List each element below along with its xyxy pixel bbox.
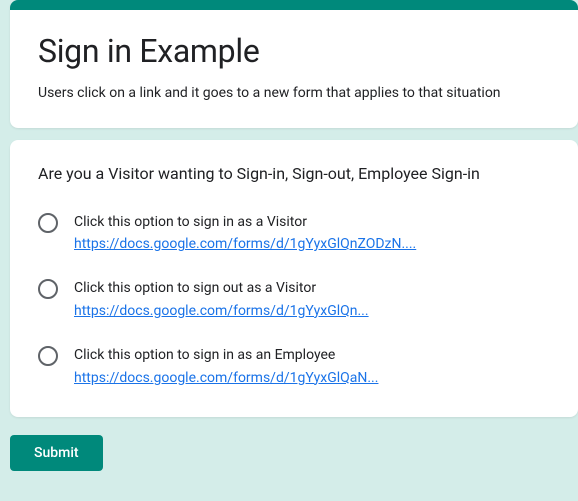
form-title: Sign in Example [38,32,554,70]
option-label: Click this option to sign in as an Emplo… [74,344,378,366]
option-label: Click this option to sign out as a Visit… [74,277,369,299]
radio-option[interactable]: Click this option to sign in as a Visito… [38,211,554,256]
option-label: Click this option to sign in as a Visito… [74,211,416,233]
question-card: Are you a Visitor wanting to Sign-in, Si… [10,140,578,417]
form-description: Users click on a link and it goes to a n… [38,84,554,104]
radio-icon[interactable] [38,213,58,233]
radio-icon[interactable] [38,279,58,299]
option-content: Click this option to sign in as a Visito… [74,211,416,256]
radio-option[interactable]: Click this option to sign in as an Emplo… [38,344,554,389]
form-header-card: Sign in Example Users click on a link an… [10,0,578,128]
option-link[interactable]: https://docs.google.com/forms/d/1gYyxGlQ… [74,370,378,386]
radio-option[interactable]: Click this option to sign out as a Visit… [38,277,554,322]
option-content: Click this option to sign in as an Emplo… [74,344,378,389]
option-link[interactable]: https://docs.google.com/forms/d/1gYyxGlQ… [74,303,369,319]
option-content: Click this option to sign out as a Visit… [74,277,369,322]
option-link[interactable]: https://docs.google.com/forms/d/1gYyxGlQ… [74,236,416,252]
submit-button[interactable]: Submit [10,435,103,471]
question-title: Are you a Visitor wanting to Sign-in, Si… [38,164,554,183]
radio-icon[interactable] [38,346,58,366]
